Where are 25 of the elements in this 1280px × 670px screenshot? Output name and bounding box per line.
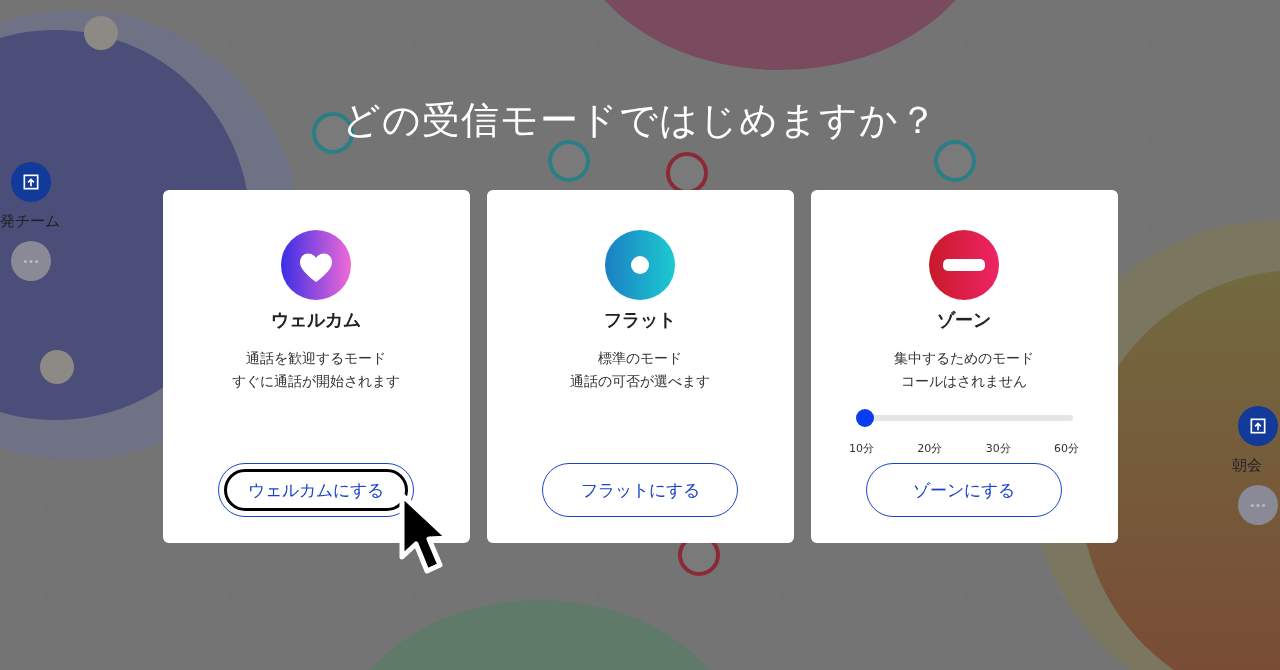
tick-label: 30分 xyxy=(985,441,1011,456)
tick-label: 20分 xyxy=(917,441,943,456)
mode-button[interactable]: ゾーンにする xyxy=(866,463,1062,517)
tick-label: 60分 xyxy=(1054,441,1079,456)
mode-description: 通話を歓迎するモード xyxy=(246,350,386,368)
dot-icon xyxy=(605,230,675,300)
mode-description: すぐに通話が開始されます xyxy=(232,373,400,391)
mode-button[interactable]: ウェルカムにする xyxy=(218,463,414,517)
mode-name: フラット xyxy=(604,308,676,332)
mode-description: 通話の可否が選べます xyxy=(570,373,710,391)
avatar-icon xyxy=(548,140,590,182)
mode-button[interactable]: フラットにする xyxy=(542,463,738,517)
mode-description: 標準のモード xyxy=(598,350,682,368)
mode-description: 集中するためのモード xyxy=(894,350,1034,368)
tick-label: 10分 xyxy=(849,441,874,456)
mode-description: コールはされません xyxy=(901,373,1027,391)
mode-name: ゾーン xyxy=(937,308,991,332)
avatar-icon xyxy=(934,140,976,182)
room-name: 朝会 xyxy=(1232,456,1262,475)
room-name: 発チーム xyxy=(0,212,60,231)
mode-name: ウェルカム xyxy=(271,308,361,332)
slider-thumb[interactable] xyxy=(856,409,874,427)
duration-slider[interactable] xyxy=(856,409,1073,427)
dialog-title: どの受信モードではじめますか？ xyxy=(342,97,938,144)
minus-icon xyxy=(929,230,999,300)
